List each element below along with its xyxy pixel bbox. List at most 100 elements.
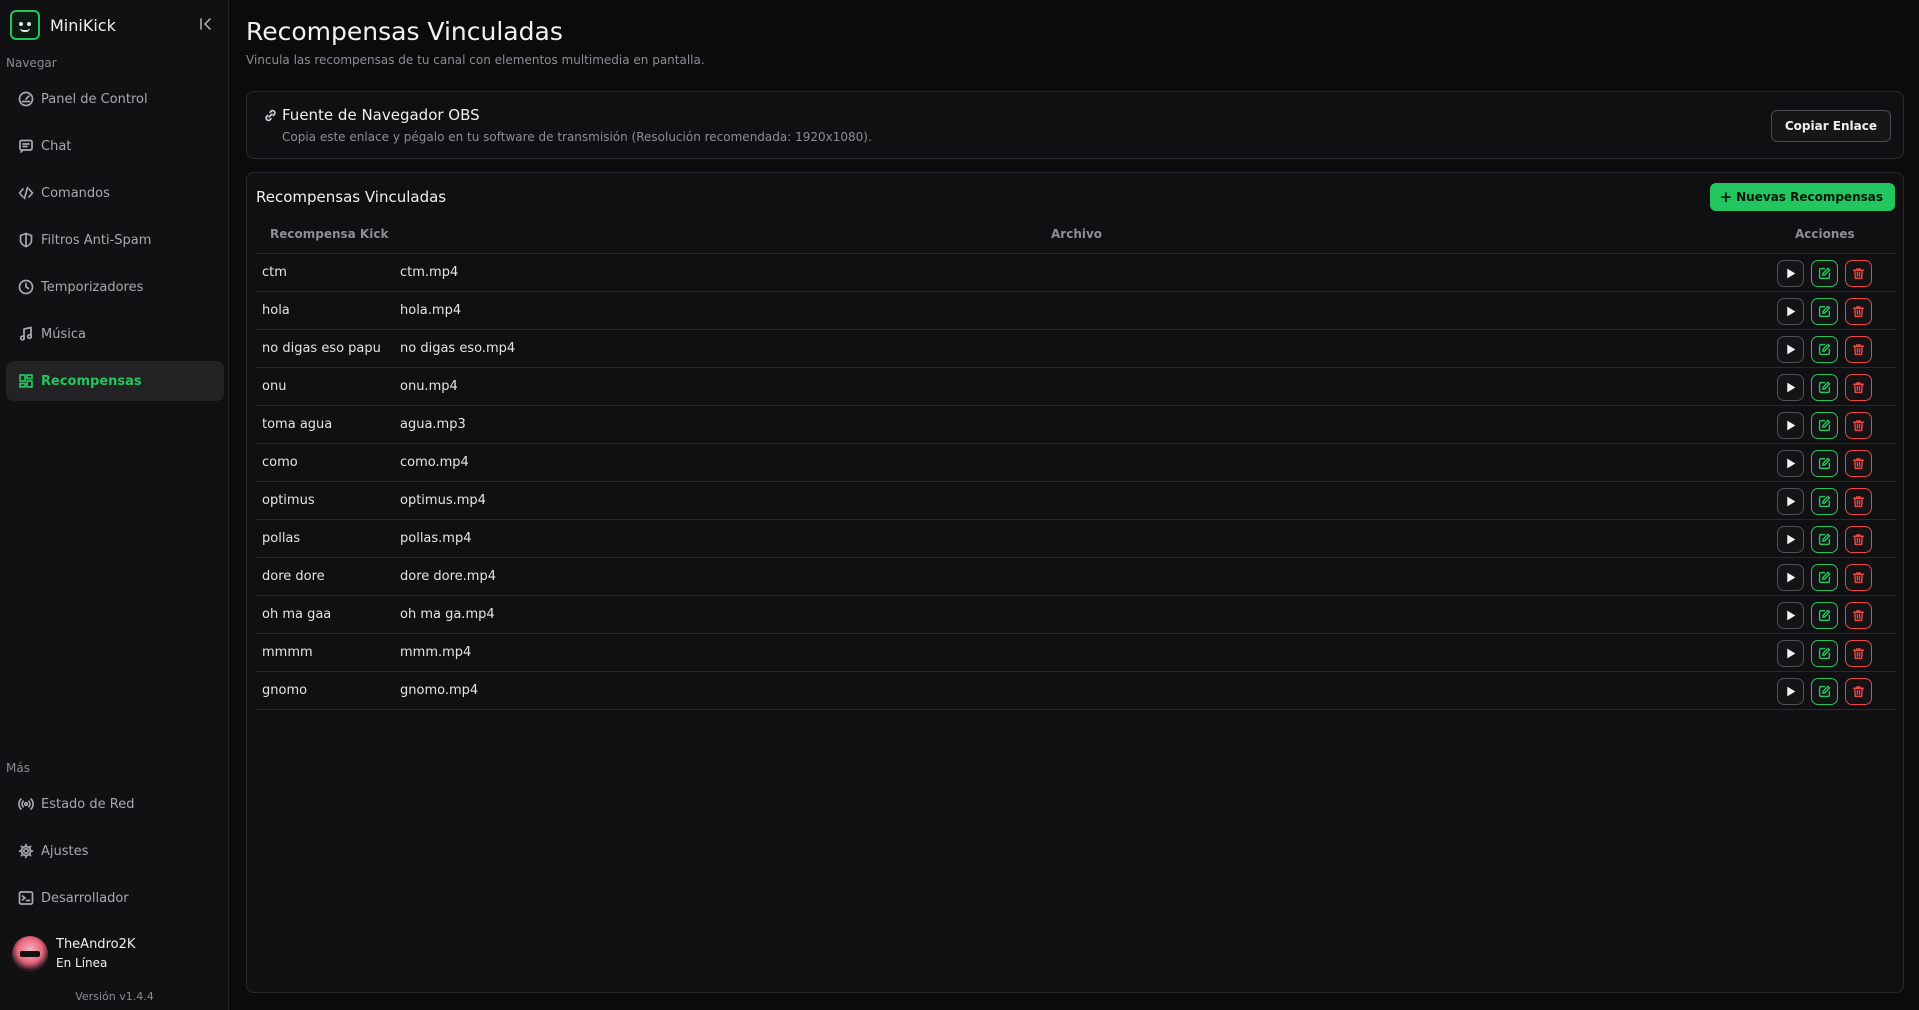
trash-icon bbox=[1852, 534, 1865, 546]
reward-file: no digas eso.mp4 bbox=[400, 341, 516, 356]
user-name: TheAndro2K bbox=[56, 937, 136, 952]
minikick-logo-icon bbox=[10, 10, 40, 40]
play-button[interactable] bbox=[1777, 640, 1804, 667]
delete-button[interactable] bbox=[1845, 450, 1872, 477]
edit-icon bbox=[1818, 343, 1831, 356]
edit-button[interactable] bbox=[1811, 298, 1838, 325]
delete-button[interactable] bbox=[1845, 602, 1872, 629]
edit-button[interactable] bbox=[1811, 640, 1838, 667]
play-icon bbox=[1787, 648, 1796, 659]
delete-button[interactable] bbox=[1845, 526, 1872, 553]
row-actions bbox=[1777, 412, 1872, 439]
app-version: Versión v1.4.4 bbox=[75, 990, 154, 1003]
sidebar-item-filtros-anti-spam[interactable]: Filtros Anti-Spam bbox=[6, 220, 224, 260]
edit-button[interactable] bbox=[1811, 336, 1838, 363]
play-button[interactable] bbox=[1777, 260, 1804, 287]
trash-icon bbox=[1852, 306, 1865, 318]
trash-icon bbox=[1852, 648, 1865, 660]
delete-button[interactable] bbox=[1845, 298, 1872, 325]
play-button[interactable] bbox=[1777, 450, 1804, 477]
delete-button[interactable] bbox=[1845, 488, 1872, 515]
brand[interactable]: MiniKick bbox=[10, 10, 116, 40]
row-actions bbox=[1777, 678, 1872, 705]
sidebar-item-estado-de-red[interactable]: Estado de Red bbox=[6, 784, 224, 824]
edit-button[interactable] bbox=[1811, 602, 1838, 629]
sidebar-item-desarrollador[interactable]: Desarrollador bbox=[6, 878, 224, 918]
reward-name: no digas eso papu bbox=[262, 341, 381, 356]
sidebar-item-ajustes[interactable]: Ajustes bbox=[6, 831, 224, 871]
trash-icon bbox=[1852, 268, 1865, 280]
play-button[interactable] bbox=[1777, 374, 1804, 401]
edit-button[interactable] bbox=[1811, 374, 1838, 401]
play-icon bbox=[1787, 496, 1796, 507]
user-card[interactable]: TheAndro2K En Línea bbox=[12, 936, 135, 972]
edit-icon bbox=[1818, 495, 1831, 508]
play-button[interactable] bbox=[1777, 678, 1804, 705]
trash-icon bbox=[1852, 496, 1865, 508]
table-row: oh ma gaa oh ma ga.mp4 bbox=[256, 596, 1896, 634]
play-icon bbox=[1787, 610, 1796, 621]
delete-button[interactable] bbox=[1845, 412, 1872, 439]
collapse-sidebar-icon[interactable] bbox=[198, 16, 214, 32]
table-row: gnomo gnomo.mp4 bbox=[256, 672, 1896, 710]
reward-name: optimus bbox=[262, 493, 315, 508]
delete-button[interactable] bbox=[1845, 678, 1872, 705]
edit-button[interactable] bbox=[1811, 488, 1838, 515]
edit-icon bbox=[1818, 685, 1831, 698]
sidebar-item-panel-de-control[interactable]: Panel de Control bbox=[6, 79, 224, 119]
copy-link-button[interactable]: Copiar Enlace bbox=[1770, 110, 1891, 142]
play-button[interactable] bbox=[1777, 564, 1804, 591]
trash-icon bbox=[1852, 382, 1865, 394]
reward-file: pollas.mp4 bbox=[400, 531, 472, 546]
reward-file: onu.mp4 bbox=[400, 379, 458, 394]
table-row: optimus optimus.mp4 bbox=[256, 482, 1896, 520]
column-header-reward[interactable]: Recompensa Kick bbox=[270, 227, 388, 241]
delete-button[interactable] bbox=[1845, 336, 1872, 363]
edit-button[interactable] bbox=[1811, 678, 1838, 705]
user-status: En Línea bbox=[56, 956, 108, 970]
edit-button[interactable] bbox=[1811, 526, 1838, 553]
delete-button[interactable] bbox=[1845, 260, 1872, 287]
sidebar-item-comandos[interactable]: Comandos bbox=[6, 173, 224, 213]
edit-button[interactable] bbox=[1811, 260, 1838, 287]
play-button[interactable] bbox=[1777, 488, 1804, 515]
edit-icon bbox=[1818, 305, 1831, 318]
play-button[interactable] bbox=[1777, 602, 1804, 629]
reward-file: como.mp4 bbox=[400, 455, 469, 470]
play-button[interactable] bbox=[1777, 336, 1804, 363]
clock-icon bbox=[17, 278, 35, 296]
reward-file: oh ma ga.mp4 bbox=[400, 607, 495, 622]
delete-button[interactable] bbox=[1845, 374, 1872, 401]
column-header-file[interactable]: Archivo bbox=[1051, 227, 1102, 241]
sidebar-item-recompensas[interactable]: Recompensas bbox=[6, 361, 224, 401]
sidebar-item-label: Panel de Control bbox=[41, 91, 148, 107]
obs-title-text: Fuente de Navegador OBS bbox=[282, 106, 480, 124]
row-actions bbox=[1777, 602, 1872, 629]
reward-file: agua.mp3 bbox=[400, 417, 466, 432]
row-actions bbox=[1777, 640, 1872, 667]
table-row: toma agua agua.mp3 bbox=[256, 406, 1896, 444]
edit-button[interactable] bbox=[1811, 412, 1838, 439]
sidebar-item-label: Filtros Anti-Spam bbox=[41, 232, 152, 248]
sidebar-item-label: Estado de Red bbox=[41, 796, 135, 812]
new-reward-button[interactable]: + Nuevas Recompensas bbox=[1709, 183, 1895, 211]
edit-button[interactable] bbox=[1811, 564, 1838, 591]
sidebar-item-musica[interactable]: Música bbox=[6, 314, 224, 354]
row-actions bbox=[1777, 450, 1872, 477]
trash-icon bbox=[1852, 458, 1865, 470]
table-row: dore dore dore dore.mp4 bbox=[256, 558, 1896, 596]
play-button[interactable] bbox=[1777, 412, 1804, 439]
play-button[interactable] bbox=[1777, 298, 1804, 325]
play-button[interactable] bbox=[1777, 526, 1804, 553]
sidebar-item-temporizadores[interactable]: Temporizadores bbox=[6, 267, 224, 307]
edit-button[interactable] bbox=[1811, 450, 1838, 477]
delete-button[interactable] bbox=[1845, 564, 1872, 591]
table-row: onu onu.mp4 bbox=[256, 368, 1896, 406]
row-actions bbox=[1777, 336, 1872, 363]
delete-button[interactable] bbox=[1845, 640, 1872, 667]
trash-icon bbox=[1852, 610, 1865, 622]
reward-name: onu bbox=[262, 379, 287, 394]
sidebar-item-chat[interactable]: Chat bbox=[6, 126, 224, 166]
reward-name: dore dore bbox=[262, 569, 325, 584]
sidebar-item-label: Música bbox=[41, 326, 86, 342]
